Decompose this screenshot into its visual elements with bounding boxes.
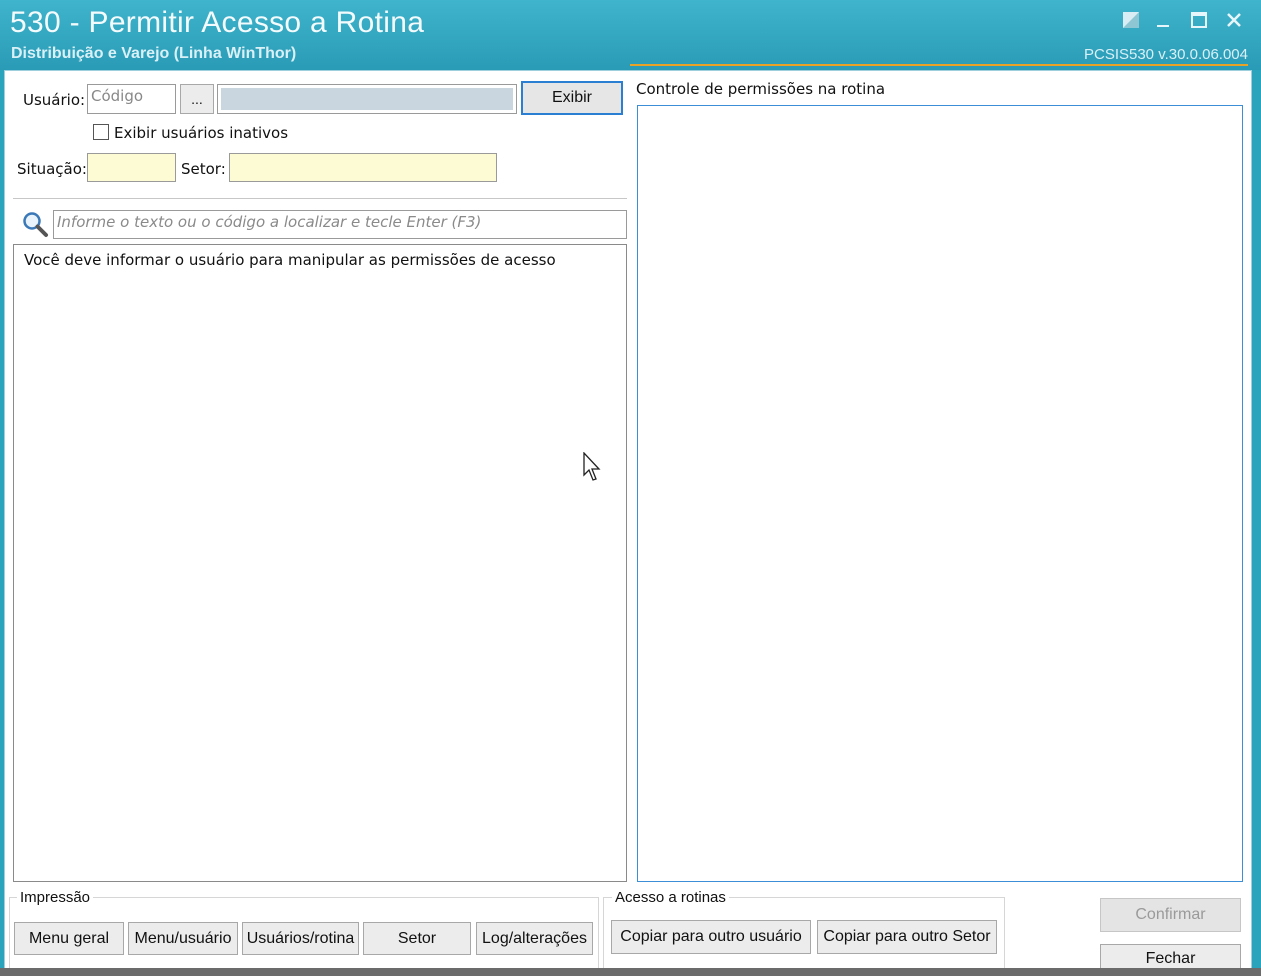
situacao-label: Situação: — [17, 160, 87, 178]
copy-to-sector-button[interactable]: Copiar para outro Setor — [817, 920, 997, 954]
window-titlebar: 530 - Permitir Acesso a Rotina Distribui… — [0, 0, 1261, 70]
permissions-panel[interactable] — [637, 105, 1243, 882]
permissions-title: Controle de permissões na rotina — [636, 80, 886, 98]
confirmar-button[interactable]: Confirmar — [1100, 898, 1241, 932]
acesso-title: Acesso a rotinas — [612, 889, 729, 906]
log-alteracoes-button[interactable]: Log/alterações — [476, 922, 593, 955]
search-icon — [21, 210, 49, 242]
usuario-nome-value — [221, 88, 513, 110]
window-title: 530 - Permitir Acesso a Rotina — [10, 6, 425, 39]
main-panel: Usuário: Código ... Exibir Exibir usuári… — [4, 70, 1252, 974]
usuario-label: Usuário: — [23, 91, 86, 109]
copy-to-user-button[interactable]: Copiar para outro usuário — [611, 920, 811, 954]
taskbar-strip — [0, 968, 1261, 976]
list-empty-message: Você deve informar o usuário para manipu… — [24, 251, 556, 269]
search-input[interactable]: Informe o texto ou o código a localizar … — [53, 210, 627, 239]
situacao-field — [87, 153, 176, 182]
search-user-button[interactable]: ... — [180, 84, 214, 114]
version-label: PCSIS530 v.30.0.06.004 — [1083, 46, 1248, 63]
minimize-icon[interactable] — [1151, 8, 1175, 32]
maximize-icon[interactable] — [1187, 8, 1211, 32]
window-subtitle: Distribuição e Varejo (Linha WinThor) — [11, 45, 297, 62]
menu-usuario-button[interactable]: Menu/usuário — [128, 922, 238, 955]
restore-layout-icon[interactable] — [1119, 8, 1143, 32]
accent-line — [630, 64, 1248, 66]
usuario-codigo-input[interactable]: Código — [87, 84, 176, 114]
impressao-title: Impressão — [17, 889, 94, 906]
usuarios-rotina-button[interactable]: Usuários/rotina — [242, 922, 359, 955]
setor-label: Setor: — [181, 160, 226, 178]
setor-field — [229, 153, 497, 182]
close-icon[interactable] — [1222, 8, 1246, 32]
inactive-users-label: Exibir usuários inativos — [114, 124, 289, 142]
routines-list[interactable]: Você deve informar o usuário para manipu… — [13, 244, 627, 882]
section-divider — [13, 198, 627, 199]
setor-button[interactable]: Setor — [363, 922, 471, 955]
exibir-button[interactable]: Exibir — [521, 81, 623, 115]
usuario-nome-field — [217, 84, 517, 114]
inactive-users-checkbox[interactable] — [93, 124, 109, 140]
menu-geral-button[interactable]: Menu geral — [14, 922, 124, 955]
mouse-cursor-icon — [583, 451, 603, 486]
